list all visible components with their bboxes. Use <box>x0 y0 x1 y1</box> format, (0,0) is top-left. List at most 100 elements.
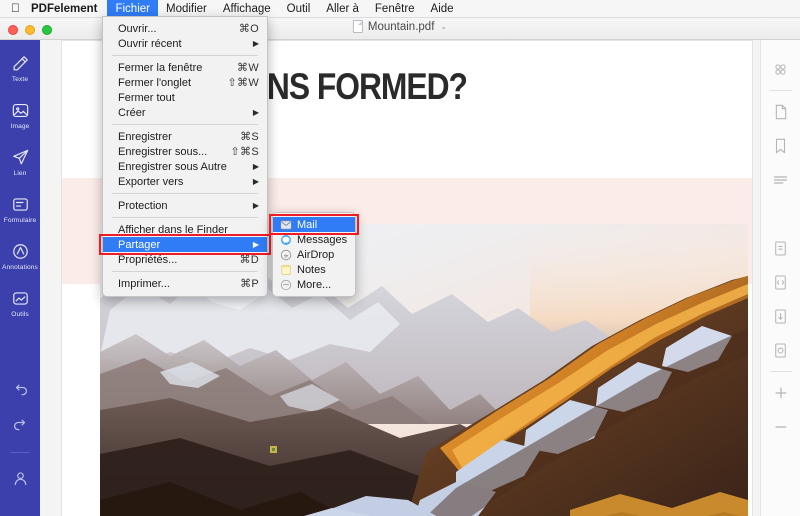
user-account-icon[interactable] <box>11 469 30 488</box>
submenu-item-label: More... <box>297 278 332 291</box>
page-icon[interactable] <box>761 95 800 129</box>
menu-item-enregistrer-sous-autre[interactable]: Enregistrer sous Autre ▶ <box>103 159 267 174</box>
image-icon <box>11 101 30 120</box>
tools-icon <box>11 289 30 308</box>
sidebar-item-lien[interactable]: Lien <box>0 148 40 177</box>
partager-submenu: Mail Messages AirDrop Notes More... <box>269 212 359 297</box>
zoom-window-button[interactable] <box>42 24 52 35</box>
submenu-item-label: Messages <box>297 233 348 246</box>
form-icon <box>11 195 30 214</box>
menu-item-shortcut: ⌘W <box>237 62 259 74</box>
menu-item-exporter-vers[interactable]: Exporter vers ▶ <box>103 174 267 189</box>
menu-item-fermer-la-fenetre[interactable]: Fermer la fenêtre ⌘W <box>103 60 267 75</box>
menu-item-imprimer[interactable]: Imprimer... ⌘P <box>103 276 267 291</box>
sidebar-label-outils: Outils <box>11 311 29 318</box>
menu-item-partager[interactable]: Partager ▶ <box>99 234 271 255</box>
undo-icon[interactable] <box>11 382 30 401</box>
menu-item-shortcut: ⇧⌘W <box>227 77 259 89</box>
menu-item-afficher-dans-le-finder[interactable]: Afficher dans le Finder <box>103 222 267 237</box>
sidebar-item-formulaire[interactable]: Formulaire <box>0 195 40 224</box>
sidebar-item-texte[interactable]: Texte <box>0 54 40 83</box>
notes-icon <box>280 264 292 276</box>
menu-item-label: Enregistrer <box>118 130 172 143</box>
menu-item-creer[interactable]: Créer ▶ <box>103 105 267 120</box>
page-extract-icon[interactable] <box>761 265 800 299</box>
annotation-icon <box>11 242 30 261</box>
sidebar-label-texte: Texte <box>11 76 29 83</box>
submenu-item-notes[interactable]: Notes <box>273 262 355 277</box>
right-pages-sidebar <box>760 40 800 516</box>
submenu-arrow-icon: ▶ <box>252 108 259 117</box>
menu-item-label: Protection <box>118 199 168 212</box>
close-window-button[interactable] <box>8 24 18 35</box>
menu-item-fermer-tout[interactable]: Fermer tout <box>103 90 267 105</box>
menu-item-enregistrer[interactable]: Enregistrer ⌘S <box>103 129 267 144</box>
sidebar-label-lien: Lien <box>13 170 27 177</box>
document-filename: Mountain.pdf <box>367 20 435 33</box>
menu-item-protection[interactable]: Protection ▶ <box>103 198 267 213</box>
submenu-arrow-icon: ▶ <box>252 39 259 48</box>
redo-icon[interactable] <box>11 417 30 436</box>
submenu-arrow-icon: ▶ <box>252 240 259 249</box>
menu-separator <box>112 271 258 272</box>
menubar-app-name[interactable]: PDFelement <box>29 0 107 18</box>
submenu-item-more[interactable]: More... <box>273 277 355 292</box>
zoom-in-icon[interactable] <box>761 376 800 410</box>
menu-item-label: Ouvrir... <box>118 22 157 35</box>
list-outline-icon[interactable] <box>761 163 800 197</box>
document-tab[interactable]: Mountain.pdf ⌄ <box>352 20 447 33</box>
sidebar-label-annotations: Annotations <box>2 264 38 271</box>
chevron-down-icon[interactable]: ⌄ <box>440 22 447 31</box>
sidebar-bottom-actions <box>0 382 40 516</box>
menu-item-label: Créer <box>118 106 146 119</box>
messages-icon <box>280 234 292 246</box>
sidebar-item-outils[interactable]: Outils <box>0 289 40 318</box>
submenu-item-messages[interactable]: Messages <box>273 232 355 247</box>
menu-item-label: Partager <box>118 238 161 251</box>
page-rotate-icon[interactable] <box>761 333 800 367</box>
submenu-item-mail[interactable]: Mail <box>269 214 359 235</box>
menubar-item-fenetre[interactable]: Fenêtre <box>367 0 423 18</box>
document-file-icon <box>352 20 363 33</box>
menu-separator <box>112 55 258 56</box>
menu-item-label: Afficher dans le Finder <box>118 223 228 236</box>
menubar-item-modifier[interactable]: Modifier <box>158 0 215 18</box>
menu-item-ouvrir-recent[interactable]: Ouvrir récent ▶ <box>103 36 267 51</box>
menu-item-shortcut: ⌘O <box>238 23 259 35</box>
left-tools-sidebar: Texte Image Lien Formulaire Annotations … <box>0 40 40 516</box>
page-insert-icon[interactable] <box>761 231 800 265</box>
right-sidebar-divider-bottom <box>769 371 792 372</box>
submenu-arrow-icon: ▶ <box>252 162 259 171</box>
menubar-item-outil[interactable]: Outil <box>279 0 319 18</box>
menu-item-ouvrir[interactable]: Ouvrir... ⌘O <box>103 21 267 36</box>
sidebar-item-annotations[interactable]: Annotations <box>0 242 40 271</box>
submenu-item-airdrop[interactable]: AirDrop <box>273 247 355 262</box>
menu-item-proprietes[interactable]: Propriétés... ⌘D <box>103 252 267 267</box>
pdfelement-window:  PDFelement Fichier Modifier Affichage … <box>0 0 800 516</box>
menubar-item-affichage[interactable]: Affichage <box>215 0 279 18</box>
menu-item-shortcut: ⌘P <box>240 278 259 290</box>
pen-icon <box>11 54 30 73</box>
zoom-out-icon[interactable] <box>761 410 800 444</box>
bookmark-icon[interactable] <box>761 129 800 163</box>
menu-separator <box>112 193 258 194</box>
submenu-item-label: Mail <box>297 218 318 231</box>
menu-item-shortcut: ⌘D <box>239 254 259 266</box>
grid-thumbnails-icon[interactable] <box>761 52 800 86</box>
right-sidebar-divider-top <box>769 90 792 91</box>
minimize-window-button[interactable] <box>25 24 35 35</box>
traffic-lights <box>8 24 52 35</box>
menubar-item-fichier[interactable]: Fichier <box>107 0 158 18</box>
menu-item-enregistrer-sous[interactable]: Enregistrer sous... ⇧⌘S <box>103 144 267 159</box>
apple-logo-icon[interactable]:  <box>6 2 29 16</box>
menu-item-label: Propriétés... <box>118 253 178 266</box>
link-send-icon <box>11 148 30 167</box>
sidebar-item-image[interactable]: Image <box>0 101 40 130</box>
menubar-item-aide[interactable]: Aide <box>423 0 462 18</box>
submenu-item-label: Notes <box>297 263 326 276</box>
menu-item-fermer-longlet[interactable]: Fermer l'onglet ⇧⌘W <box>103 75 267 90</box>
submenu-arrow-icon: ▶ <box>252 177 259 186</box>
page-split-icon[interactable] <box>761 299 800 333</box>
menu-item-label: Exporter vers <box>118 175 184 188</box>
menubar-item-aller-a[interactable]: Aller à <box>318 0 367 18</box>
